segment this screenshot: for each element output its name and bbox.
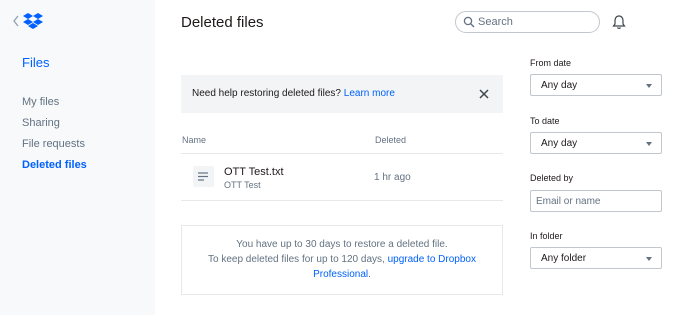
notification-bell-icon[interactable] xyxy=(612,14,626,30)
table-row[interactable]: OTT Test.txt OTT Test 1 hr ago xyxy=(181,154,503,200)
search-box[interactable] xyxy=(455,11,600,33)
caret-down-icon xyxy=(646,142,652,146)
to-date-label: To date xyxy=(530,116,560,126)
caret-down-icon xyxy=(646,257,652,261)
deleted-by-label: Deleted by xyxy=(530,173,574,183)
sidebar-title-files[interactable]: Files xyxy=(22,55,49,70)
from-date-value: Any day xyxy=(541,80,578,91)
help-banner: Need help restoring deleted files? Learn… xyxy=(181,75,503,113)
deleted-by-input[interactable] xyxy=(530,190,662,212)
sidebar-item-deleted-files[interactable]: Deleted files xyxy=(22,158,87,179)
search-input[interactable] xyxy=(478,14,593,30)
info-end: . xyxy=(368,269,371,280)
page-title: Deleted files xyxy=(181,14,264,31)
in-folder-value: Any folder xyxy=(541,253,587,264)
info-line-1: You have up to 30 days to restore a dele… xyxy=(236,239,448,250)
caret-down-icon xyxy=(646,84,652,88)
sidebar-item-sharing[interactable]: Sharing xyxy=(22,116,87,137)
file-folder: OTT Test xyxy=(224,180,261,190)
dropbox-logo-icon[interactable] xyxy=(22,12,44,32)
banner-text: Need help restoring deleted files? Learn… xyxy=(192,88,395,99)
text-file-icon xyxy=(193,166,214,187)
retention-info: You have up to 30 days to restore a dele… xyxy=(181,225,503,295)
learn-more-link[interactable]: Learn more xyxy=(344,88,395,99)
close-icon[interactable] xyxy=(478,88,490,100)
file-name[interactable]: OTT Test.txt xyxy=(224,166,284,178)
divider xyxy=(181,200,503,201)
column-header-name[interactable]: Name xyxy=(182,135,206,145)
from-date-label: From date xyxy=(530,58,572,68)
file-deleted-time: 1 hr ago xyxy=(374,172,411,183)
sidebar: Files My files Sharing File requests Del… xyxy=(0,0,155,315)
banner-message: Need help restoring deleted files? xyxy=(192,88,341,99)
info-line-2-text: To keep deleted files for up to 120 days… xyxy=(208,254,385,265)
to-date-select[interactable]: Any day xyxy=(530,132,662,154)
sidebar-item-file-requests[interactable]: File requests xyxy=(22,137,87,158)
in-folder-label: In folder xyxy=(530,231,563,241)
sidebar-item-my-files[interactable]: My files xyxy=(22,95,87,116)
sidebar-nav: My files Sharing File requests Deleted f… xyxy=(22,95,87,179)
column-header-deleted[interactable]: Deleted xyxy=(375,135,406,145)
in-folder-select[interactable]: Any folder xyxy=(530,247,662,269)
from-date-select[interactable]: Any day xyxy=(530,74,662,96)
to-date-value: Any day xyxy=(541,138,578,149)
search-icon xyxy=(463,16,475,28)
chevron-left-icon[interactable] xyxy=(12,14,20,28)
info-line-2: To keep deleted files for up to 120 days… xyxy=(182,252,502,282)
